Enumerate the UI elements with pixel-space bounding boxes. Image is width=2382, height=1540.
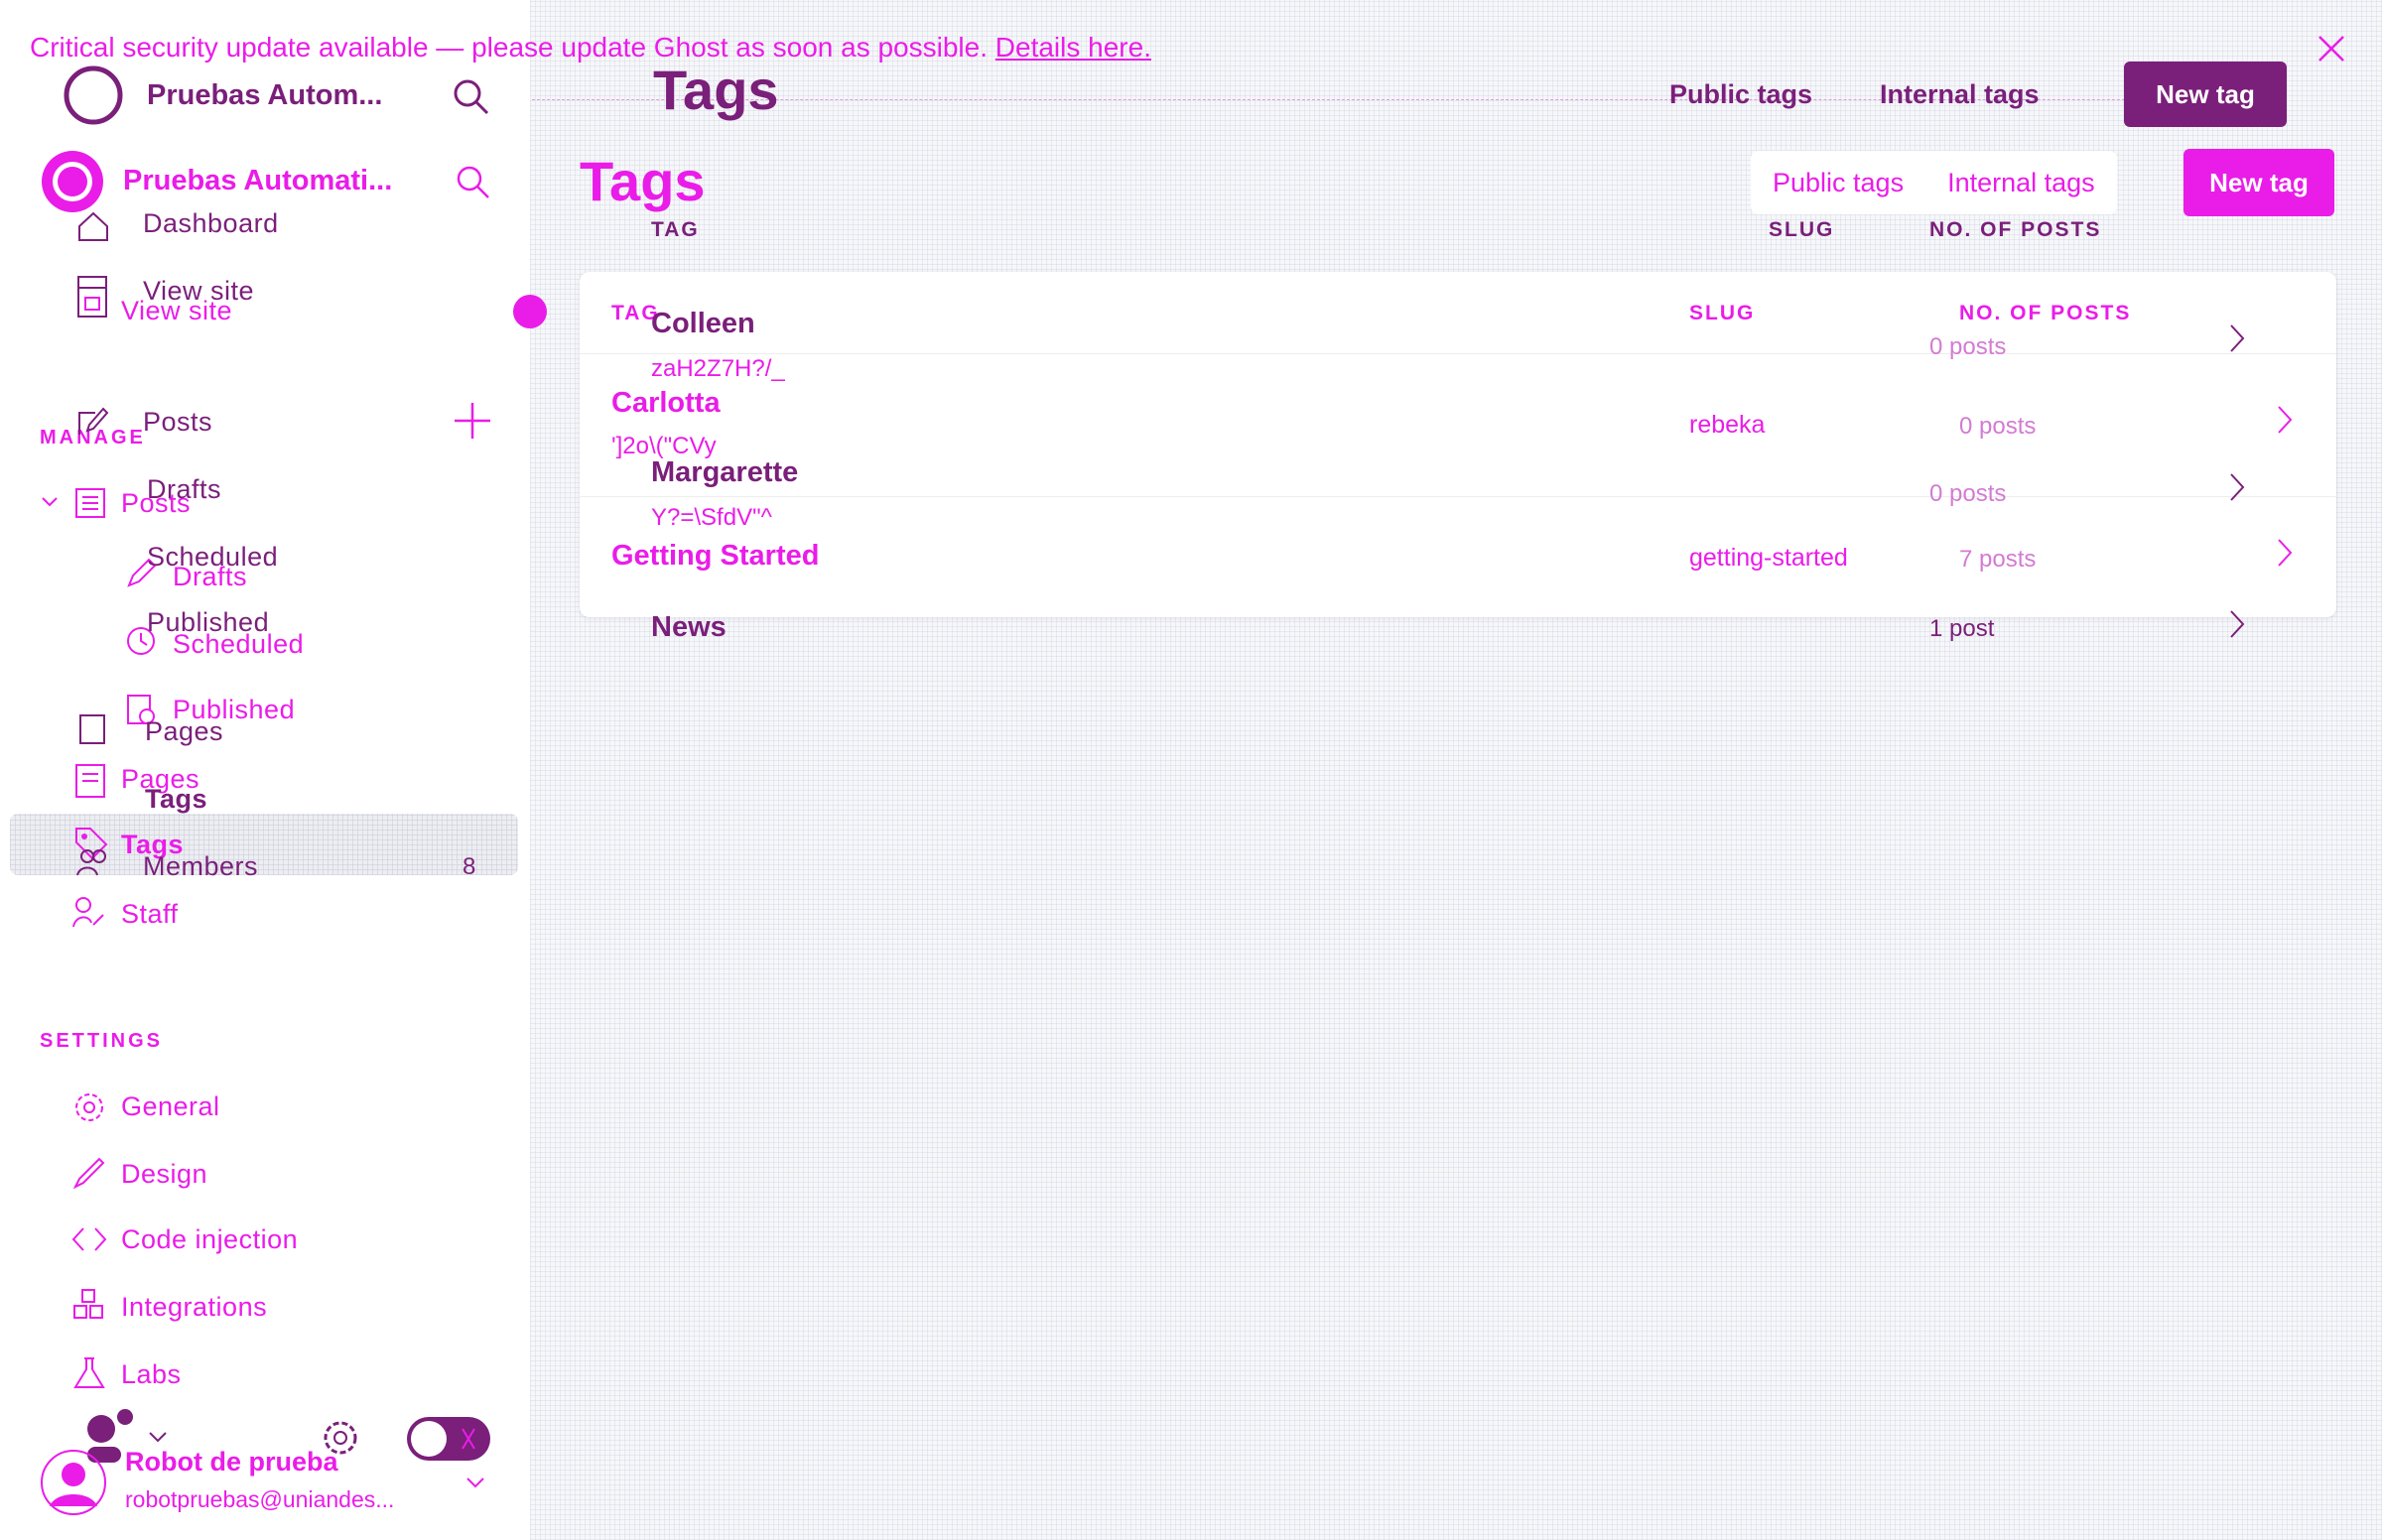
col-tag-ghost: TAG xyxy=(651,218,700,241)
new-tag-button[interactable]: New tag xyxy=(2184,149,2334,216)
tag-row-slug[interactable]: rebeka xyxy=(1689,411,1765,440)
chevron-right-icon[interactable] xyxy=(2275,403,2295,437)
chevron-right-icon[interactable] xyxy=(2227,321,2247,355)
banner-details-link[interactable]: Details here. xyxy=(995,32,1151,63)
staff-icon xyxy=(71,895,107,931)
notification-dot[interactable] xyxy=(512,294,548,334)
dark-mode-toggle[interactable] xyxy=(405,1415,492,1463)
ghost-row-posts[interactable]: 0 posts xyxy=(1929,480,2006,508)
labs-icon xyxy=(71,1355,107,1391)
close-icon[interactable] xyxy=(2316,34,2346,64)
general-icon xyxy=(71,1090,107,1125)
tag-row-name[interactable]: Getting Started xyxy=(611,540,819,573)
nav-design[interactable]: Design xyxy=(121,1159,207,1190)
nav-scheduled-ghost[interactable]: Scheduled xyxy=(147,542,278,573)
pages-icon xyxy=(77,712,107,746)
nav-code-injection[interactable]: Code injection xyxy=(121,1224,298,1255)
members-icon xyxy=(75,847,111,877)
site-name[interactable]: Pruebas Automati... xyxy=(123,165,392,197)
tab-internal-ghost[interactable]: Internal tags xyxy=(1880,79,2040,110)
site-name-ghost: Pruebas Autom... xyxy=(147,79,383,111)
tag-type-tabs: Public tags Internal tags xyxy=(1751,151,2117,214)
ghost-row-description: zaH2Z7H?/_ xyxy=(651,355,785,382)
home-icon xyxy=(75,208,111,244)
site-logo-ghost xyxy=(64,65,123,125)
ghost-row-posts[interactable]: 0 posts xyxy=(1929,333,2006,361)
chevron-right-icon[interactable] xyxy=(2275,536,2295,570)
col-slug: SLUG xyxy=(1689,302,1756,324)
col-posts: NO. OF POSTS xyxy=(1959,302,2132,324)
user-email: robotpruebas@uniandes... xyxy=(125,1486,395,1512)
ghost-row-name[interactable]: Colleen xyxy=(651,308,755,340)
page-title: Tags xyxy=(580,150,706,212)
tab-public-tags[interactable]: Public tags xyxy=(1751,151,1925,214)
ghost-row-description: Y?=\SfdV"^ xyxy=(651,504,772,531)
nav-staff[interactable]: Staff xyxy=(121,899,179,930)
members-count-badge: 8 xyxy=(463,853,476,880)
ghost-row-posts[interactable]: 1 post xyxy=(1929,615,1994,643)
chevron-right-icon[interactable] xyxy=(2227,607,2247,641)
col-slug-ghost: SLUG xyxy=(1769,218,1835,241)
chevron-down-icon[interactable] xyxy=(40,492,60,512)
main-content xyxy=(530,0,2382,1540)
tag-row-slug[interactable]: getting-started xyxy=(1689,544,1848,573)
tag-row-description: ']2o\("CVy xyxy=(611,433,717,459)
page-title-ghost: Tags xyxy=(653,59,779,121)
add-icon[interactable] xyxy=(453,401,492,441)
nav-pages-ghost[interactable]: Pages xyxy=(145,716,223,747)
tag-row-posts[interactable]: 0 posts xyxy=(1959,413,2036,441)
col-posts-ghost: NO. OF POSTS xyxy=(1929,218,2102,241)
search-icon[interactable] xyxy=(452,77,491,117)
posts-icon xyxy=(75,405,109,439)
sidebar: Pruebas Autom... Pruebas Automati... Das… xyxy=(0,0,530,1540)
user-name[interactable]: Robot de prueba xyxy=(125,1447,338,1477)
settings-heading: SETTINGS xyxy=(40,1030,164,1052)
nav-members[interactable]: Members xyxy=(143,851,258,882)
ghost-row-name[interactable]: News xyxy=(651,611,727,644)
pages-icon xyxy=(73,762,107,800)
nav-integrations[interactable]: Integrations xyxy=(121,1292,267,1323)
view-site-icon xyxy=(75,274,109,323)
avatar[interactable] xyxy=(38,1447,109,1518)
nav-published-ghost[interactable]: Published xyxy=(147,607,269,638)
search-icon[interactable] xyxy=(456,165,491,200)
nav-tags-ghost[interactable]: Tags xyxy=(145,784,207,815)
nav-dashboard[interactable]: Dashboard xyxy=(143,208,279,239)
tag-row-posts[interactable]: 7 posts xyxy=(1959,546,2036,574)
ghost-row-name[interactable]: Margarette xyxy=(651,456,798,489)
nav-view-site[interactable]: View site xyxy=(121,296,232,326)
chevron-down-icon[interactable] xyxy=(147,1427,169,1447)
tab-public-ghost[interactable]: Public tags xyxy=(1669,79,1812,110)
nav-posts-ghost[interactable]: Posts xyxy=(143,407,212,438)
security-banner: Critical security update available — ple… xyxy=(30,32,1151,64)
nav-general[interactable]: General xyxy=(121,1091,220,1122)
new-tag-button-ghost[interactable]: New tag xyxy=(2124,62,2287,127)
posts-icon xyxy=(73,486,107,520)
integrations-icon xyxy=(71,1288,107,1324)
tab-internal-tags[interactable]: Internal tags xyxy=(1925,151,2117,214)
chevron-down-icon[interactable] xyxy=(464,1473,486,1492)
design-icon xyxy=(71,1155,107,1191)
code-icon xyxy=(71,1224,107,1254)
chevron-right-icon[interactable] xyxy=(2227,470,2247,504)
row-divider xyxy=(580,353,2336,354)
tag-row-name[interactable]: Carlotta xyxy=(611,387,721,420)
banner-text: Critical security update available — ple… xyxy=(30,32,988,63)
row-divider xyxy=(580,496,2336,497)
site-logo[interactable] xyxy=(38,147,107,216)
nav-drafts-ghost[interactable]: Drafts xyxy=(147,474,221,505)
nav-labs[interactable]: Labs xyxy=(121,1359,182,1390)
